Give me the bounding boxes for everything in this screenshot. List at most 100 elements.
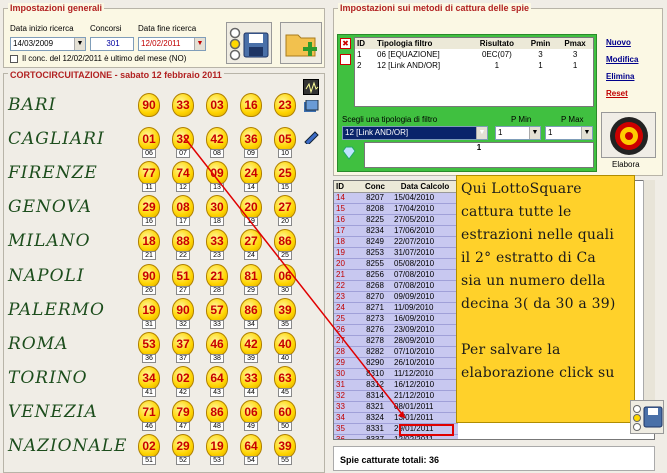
- draws-field[interactable]: 301: [90, 37, 134, 51]
- number-ball[interactable]: 30: [206, 195, 228, 220]
- result-row[interactable]: 24 8271 11/09/2010: [334, 302, 458, 313]
- result-row[interactable]: 29 8290 26/10/2010: [334, 357, 458, 368]
- result-row[interactable]: 27 8278 28/09/2010: [334, 335, 458, 346]
- number-ball[interactable]: 33: [172, 93, 194, 117]
- save-button[interactable]: [226, 22, 272, 64]
- number-ball[interactable]: 86: [274, 229, 296, 254]
- number-ball[interactable]: 25: [274, 161, 296, 186]
- result-row[interactable]: 33 8321 08/01/2011: [334, 401, 458, 412]
- chevron-down-icon[interactable]: ▼: [194, 38, 205, 50]
- number-ball[interactable]: 19: [206, 434, 228, 458]
- result-row[interactable]: 17 8234 17/06/2010: [334, 225, 458, 236]
- pmax-select[interactable]: 1 ▼: [545, 126, 593, 140]
- number-ball[interactable]: 24: [240, 161, 262, 186]
- start-date-field[interactable]: 14/03/2009 ▼: [10, 37, 86, 51]
- open-folder-button[interactable]: [280, 22, 322, 64]
- chevron-down-icon[interactable]: ▼: [529, 127, 540, 139]
- pmin-select[interactable]: 1 ▼: [495, 126, 541, 140]
- number-ball[interactable]: 33: [206, 229, 228, 254]
- number-ball[interactable]: 21: [206, 263, 228, 288]
- number-ball[interactable]: 53: [138, 331, 160, 356]
- chevron-down-icon[interactable]: ▼: [476, 127, 487, 139]
- number-ball[interactable]: 77: [138, 161, 160, 186]
- number-ball[interactable]: 32: [172, 127, 194, 152]
- number-ball[interactable]: 23: [274, 93, 296, 117]
- result-row[interactable]: 26 8276 23/09/2010: [334, 324, 458, 335]
- result-row[interactable]: 32 8314 21/12/2010: [334, 390, 458, 401]
- number-ball[interactable]: 34: [138, 365, 160, 390]
- stack-icon[interactable]: [303, 99, 319, 114]
- number-ball[interactable]: 79: [172, 399, 194, 424]
- number-ball[interactable]: 63: [274, 365, 296, 390]
- end-date-field[interactable]: 12/02/2011 ▼: [138, 37, 206, 51]
- result-row[interactable]: 23 8270 09/09/2010: [334, 291, 458, 302]
- number-ball[interactable]: 03: [206, 93, 228, 117]
- number-ball[interactable]: 64: [206, 365, 228, 390]
- number-ball[interactable]: 02: [172, 365, 194, 390]
- elabora-button[interactable]: [601, 112, 656, 158]
- edit-link[interactable]: Modifica: [606, 55, 638, 64]
- pen-icon[interactable]: [303, 130, 319, 146]
- result-row[interactable]: 18 8249 22/07/2010: [334, 236, 458, 247]
- result-row[interactable]: 14 8207 15/04/2010: [334, 192, 458, 203]
- chevron-down-icon[interactable]: ▼: [581, 127, 592, 139]
- new-link[interactable]: Nuovo: [606, 38, 631, 47]
- filter-delete-icon[interactable]: ✖: [340, 38, 351, 49]
- number-ball[interactable]: 37: [172, 331, 194, 356]
- delete-link[interactable]: Elimina: [606, 72, 634, 81]
- filter-row[interactable]: 2 12 [Link AND/OR] 1 1 1: [355, 60, 593, 71]
- number-ball[interactable]: 06: [274, 263, 296, 288]
- number-ball[interactable]: 33: [240, 365, 262, 390]
- number-ball[interactable]: 16: [240, 93, 262, 117]
- chevron-down-icon[interactable]: ▼: [74, 38, 85, 50]
- result-row[interactable]: 25 8273 16/09/2010: [334, 313, 458, 324]
- number-ball[interactable]: 90: [138, 93, 160, 117]
- number-ball[interactable]: 46: [206, 331, 228, 356]
- number-ball[interactable]: 51: [172, 263, 194, 288]
- number-ball[interactable]: 02: [138, 434, 160, 458]
- number-ball[interactable]: 71: [138, 399, 160, 424]
- number-ball[interactable]: 90: [172, 297, 194, 322]
- number-ball[interactable]: 39: [274, 434, 296, 458]
- number-ball[interactable]: 86: [240, 297, 262, 322]
- number-ball[interactable]: 42: [240, 331, 262, 356]
- result-row[interactable]: 19 8253 31/07/2010: [334, 247, 458, 258]
- number-ball[interactable]: 74: [172, 161, 194, 186]
- reset-link[interactable]: Reset: [606, 89, 628, 98]
- number-ball[interactable]: 01: [138, 127, 160, 152]
- number-ball[interactable]: 27: [240, 229, 262, 254]
- number-ball[interactable]: 05: [274, 127, 296, 152]
- result-row[interactable]: 16 8225 27/05/2010: [334, 214, 458, 225]
- result-row[interactable]: 30 8310 11/12/2010: [334, 368, 458, 379]
- number-ball[interactable]: 06: [240, 399, 262, 424]
- number-ball[interactable]: 39: [274, 297, 296, 322]
- last-month-checkbox[interactable]: [10, 55, 18, 63]
- number-ball[interactable]: 57: [206, 297, 228, 322]
- number-ball[interactable]: 90: [138, 263, 160, 288]
- number-ball[interactable]: 81: [240, 263, 262, 288]
- number-ball[interactable]: 29: [172, 434, 194, 458]
- number-ball[interactable]: 20: [240, 195, 262, 220]
- result-row[interactable]: 22 8268 07/08/2010: [334, 280, 458, 291]
- number-ball[interactable]: 88: [172, 229, 194, 254]
- filter-type-select[interactable]: 12 [Link AND/OR] ▼: [342, 126, 488, 140]
- number-ball[interactable]: 40: [274, 331, 296, 356]
- number-ball[interactable]: 86: [206, 399, 228, 424]
- result-row[interactable]: 31 8312 16/12/2010: [334, 379, 458, 390]
- result-row[interactable]: 34 8324 13/01/2011: [334, 412, 458, 423]
- filter-add-icon[interactable]: [340, 54, 351, 65]
- number-ball[interactable]: 60: [274, 399, 296, 424]
- result-row[interactable]: 20 8255 05/08/2010: [334, 258, 458, 269]
- result-row[interactable]: 21 8256 07/08/2010: [334, 269, 458, 280]
- number-ball[interactable]: 29: [138, 195, 160, 220]
- diamond-icon[interactable]: [341, 146, 357, 160]
- save-disk-button[interactable]: [630, 400, 664, 434]
- chart-icon[interactable]: [303, 79, 319, 95]
- result-row[interactable]: 15 8208 17/04/2010: [334, 203, 458, 214]
- number-ball[interactable]: 42: [206, 127, 228, 152]
- number-ball[interactable]: 09: [206, 161, 228, 186]
- number-ball[interactable]: 36: [240, 127, 262, 152]
- filter-row[interactable]: 1 06 [EQUAZIONE] 0EC(07) 3 3: [355, 49, 593, 60]
- number-ball[interactable]: 08: [172, 195, 194, 220]
- number-ball[interactable]: 18: [138, 229, 160, 254]
